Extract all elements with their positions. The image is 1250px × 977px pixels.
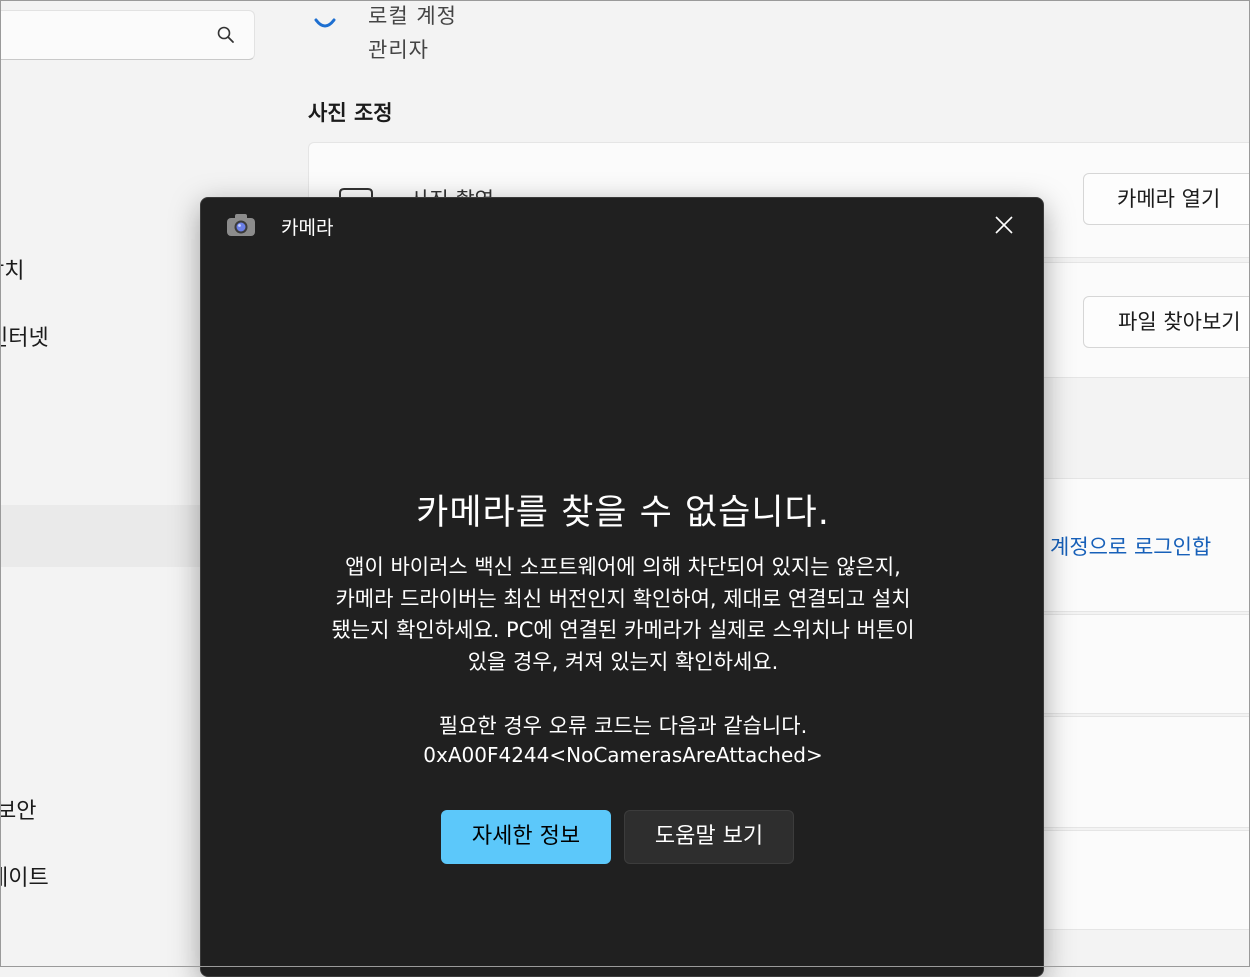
error-message-line: 있을 경우, 켜져 있는지 확인하세요. [467,649,779,674]
sidebar-item-security[interactable]: 보안 [0,793,36,825]
section-title: 사진 조정 [308,101,393,125]
take-photo-label: 사진 촬영 [410,184,494,198]
error-code: 0xA00F4244<NoCamerasAreAttached> [423,743,823,767]
sidebar-item-selected[interactable] [0,505,200,567]
error-message-line: 카메라 드라이버는 최신 버전인지 확인하여, 제대로 연결되고 설치 [335,586,911,611]
close-icon[interactable] [994,215,1014,235]
error-message-line: 됐는지 확인하세요. PC에 연결된 카메라가 실제로 스위치나 버튼이 [331,618,915,642]
account-role: 관리자 [368,38,429,62]
camera-error-dialog: 카메라 카메라를 찾을 수 없습니다. 앱이 바이러스 백신 소프트웨어에 의해… [200,197,1044,977]
more-info-button[interactable]: 자세한 정보 [441,810,611,864]
account-type: 로컬 계정 [368,4,457,28]
account-avatar-icon [314,18,336,28]
open-camera-button[interactable]: 카메라 열기 [1083,173,1250,225]
help-button[interactable]: 도움말 보기 [624,810,794,864]
close-button[interactable] [987,210,1021,240]
error-title: 카메라를 찾을 수 없습니다. [416,493,830,533]
sidebar-item-internet[interactable]: 인터넷 [0,320,49,352]
sign-in-link[interactable]: 계정으로 로그인합 [1050,531,1211,561]
error-message: 앱이 바이러스 백신 소프트웨어에 의해 차단되어 있지는 않은지, 카메라 드… [261,552,985,678]
search-input[interactable] [0,10,255,60]
search-icon[interactable] [216,25,236,45]
dialog-title: 카메라 [281,217,334,239]
camera-app-icon [227,214,255,236]
error-code-label: 필요한 경우 오류 코드는 다음과 같습니다. [438,714,808,738]
browse-files-button[interactable]: 파일 찾아보기 [1083,296,1250,348]
sidebar-item-update[interactable]: 케이트 [0,860,49,892]
sidebar-item-devices[interactable]: 장치 [0,253,24,285]
error-message-line: 앱이 바이러스 백신 소프트웨어에 의해 차단되어 있지는 않은지, [345,555,901,579]
